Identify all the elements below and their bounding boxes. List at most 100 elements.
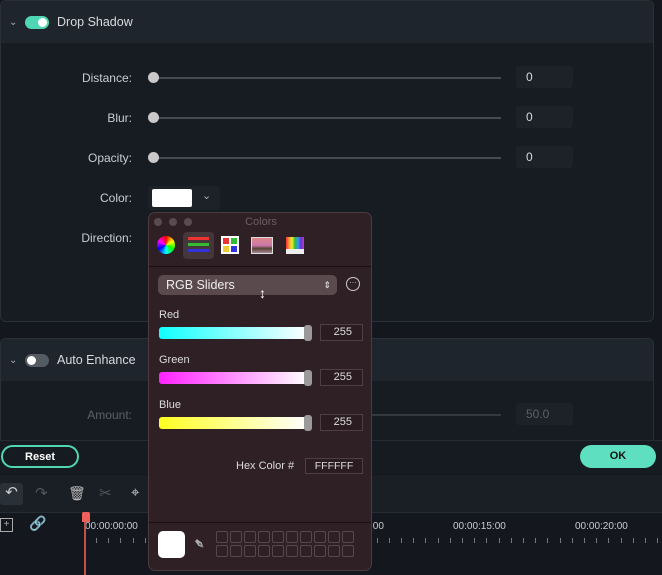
swatch-slot[interactable] bbox=[300, 545, 312, 557]
ruler-tick bbox=[425, 538, 427, 543]
resize-cursor-icon: ↕ bbox=[259, 285, 266, 301]
blur-slider-thumb[interactable] bbox=[148, 112, 159, 123]
distance-slider-thumb[interactable] bbox=[148, 72, 159, 83]
ruler-tick bbox=[608, 538, 610, 543]
chevron-down-icon[interactable]: ⌄ bbox=[9, 355, 19, 366]
swatch-slot[interactable] bbox=[258, 545, 270, 557]
swatch-slot[interactable] bbox=[272, 531, 284, 543]
playhead[interactable] bbox=[84, 513, 86, 575]
green-slider[interactable] bbox=[159, 372, 307, 384]
eyedropper-icon[interactable]: ✒ bbox=[188, 533, 210, 555]
blue-label: Blue bbox=[159, 399, 182, 411]
ruler-tick bbox=[486, 538, 488, 543]
auto-enhance-toggle[interactable] bbox=[25, 353, 49, 367]
blue-slider-thumb[interactable] bbox=[304, 415, 312, 431]
ok-button[interactable]: OK bbox=[580, 445, 656, 468]
swatch-slot[interactable] bbox=[258, 531, 270, 543]
timecode: 00:00:20:00 bbox=[575, 521, 628, 532]
swatch-slot[interactable] bbox=[272, 545, 284, 557]
amount-input[interactable]: 50.0 bbox=[516, 403, 573, 425]
swatch-slot[interactable] bbox=[244, 545, 256, 557]
ruler-tick bbox=[401, 538, 402, 543]
blur-slider-track[interactable] bbox=[153, 117, 501, 119]
current-color-well[interactable] bbox=[158, 531, 185, 558]
redo-icon[interactable]: ↷ bbox=[35, 484, 48, 502]
direction-label: Direction: bbox=[81, 231, 132, 245]
swatch-slot[interactable] bbox=[328, 545, 340, 557]
chevron-down-icon[interactable]: ⌄ bbox=[9, 17, 19, 28]
link-icon[interactable]: 🔗 bbox=[29, 515, 46, 532]
pencils-tab[interactable] bbox=[286, 237, 304, 254]
ruler-tick bbox=[120, 538, 122, 543]
ruler-tick bbox=[144, 538, 146, 543]
swatch-slot[interactable] bbox=[328, 531, 340, 543]
color-wheel-tab[interactable] bbox=[157, 236, 175, 254]
ruler-tick bbox=[571, 538, 573, 543]
crop-icon[interactable]: ⌖ bbox=[131, 484, 139, 501]
ruler-tick bbox=[559, 538, 561, 543]
swatch-slot[interactable] bbox=[314, 531, 326, 543]
swatch-slot[interactable] bbox=[314, 545, 326, 557]
distance-input[interactable]: 0 bbox=[516, 66, 573, 88]
colors-panel: Colors RGB Sliders ⇕ ··· ↕ Red 255 Green… bbox=[148, 212, 372, 571]
playhead-handle[interactable] bbox=[82, 512, 90, 522]
hex-input[interactable]: FFFFFF bbox=[305, 458, 363, 474]
mode-select[interactable]: RGB Sliders ⇕ bbox=[158, 275, 337, 295]
swatch-slot[interactable] bbox=[342, 531, 354, 543]
timecode: 00:00:00:00 bbox=[85, 521, 138, 532]
opacity-label: Opacity: bbox=[87, 151, 132, 165]
swatch-slot[interactable] bbox=[342, 545, 354, 557]
color-palettes-tab[interactable] bbox=[221, 236, 239, 254]
swatch-slot[interactable] bbox=[286, 545, 298, 557]
opacity-slider-thumb[interactable] bbox=[148, 152, 159, 163]
mode-select-value: RGB Sliders bbox=[166, 278, 235, 292]
distance-slider-track[interactable] bbox=[153, 77, 501, 79]
color-picker-button[interactable]: ⌄ bbox=[148, 186, 220, 210]
swatch-slot[interactable] bbox=[230, 545, 242, 557]
swatch-slot[interactable] bbox=[244, 531, 256, 543]
swatch-slot[interactable] bbox=[216, 545, 228, 557]
up-down-chevron-icon: ⇕ bbox=[323, 280, 331, 290]
amount-label: Amount: bbox=[87, 408, 132, 422]
green-input[interactable]: 255 bbox=[320, 369, 363, 386]
blue-slider[interactable] bbox=[159, 417, 307, 429]
hex-label: Hex Color # bbox=[236, 460, 295, 472]
ruler-tick bbox=[510, 538, 512, 543]
panel-title: Colors bbox=[245, 216, 277, 228]
trash-icon[interactable]: 🗑 bbox=[68, 485, 86, 502]
scissors-icon[interactable]: ✂ bbox=[99, 484, 112, 502]
undo-icon[interactable]: ↶ bbox=[0, 483, 23, 505]
image-palettes-tab[interactable] bbox=[251, 237, 273, 254]
reset-button[interactable]: Reset bbox=[1, 445, 79, 468]
ruler-tick bbox=[584, 538, 585, 543]
section-title: Auto Enhance bbox=[57, 353, 136, 367]
ruler-tick bbox=[96, 538, 97, 543]
distance-label: Distance: bbox=[81, 71, 132, 85]
swatch-slot[interactable] bbox=[300, 531, 312, 543]
drop-shadow-toggle[interactable] bbox=[25, 15, 49, 29]
swatch-slot[interactable] bbox=[286, 531, 298, 543]
blur-input[interactable]: 0 bbox=[516, 106, 573, 128]
ruler-tick bbox=[108, 538, 110, 543]
green-slider-thumb[interactable] bbox=[304, 370, 312, 386]
more-options-button[interactable]: ··· bbox=[346, 277, 360, 291]
red-slider-thumb[interactable] bbox=[304, 325, 312, 341]
ruler-tick bbox=[596, 538, 598, 543]
red-label: Red bbox=[159, 309, 180, 321]
swatch-slot[interactable] bbox=[216, 531, 228, 543]
swatch-slot[interactable] bbox=[230, 531, 242, 543]
blur-label: Blur: bbox=[107, 111, 132, 125]
blue-input[interactable]: 255 bbox=[320, 414, 363, 431]
ruler-tick bbox=[376, 538, 378, 543]
drop-shadow-header[interactable]: ⌄ Drop Shadow bbox=[1, 1, 653, 43]
opacity-slider-track[interactable] bbox=[153, 157, 501, 159]
color-sliders-tab[interactable] bbox=[183, 232, 214, 259]
ruler-tick bbox=[632, 538, 634, 543]
red-slider[interactable] bbox=[159, 327, 307, 339]
add-track-icon[interactable]: + bbox=[0, 518, 13, 532]
ruler-tick bbox=[498, 538, 500, 543]
color-swatch bbox=[152, 189, 192, 207]
red-input[interactable]: 255 bbox=[320, 324, 363, 341]
opacity-input[interactable]: 0 bbox=[516, 146, 573, 168]
ruler-tick bbox=[462, 538, 463, 543]
